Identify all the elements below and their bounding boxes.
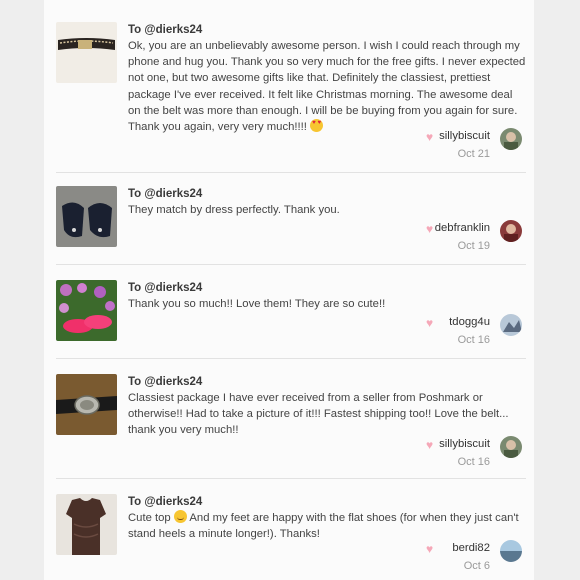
review-signature: ♥ sillybiscuit Oct 16 (302, 436, 522, 476)
review-date: Oct 16 (457, 456, 490, 468)
review-recipient[interactable]: To @dierks24 (128, 282, 202, 294)
review-message: They match by dress perfectly. Thank you… (128, 202, 528, 218)
smirking-face-icon (173, 510, 187, 523)
brown-top-photo-thumbnail[interactable] (56, 494, 117, 555)
black-heels-photo-thumbnail[interactable] (56, 186, 117, 247)
buckle-belt-photo-thumbnail[interactable] (56, 374, 117, 435)
review-recipient[interactable]: To @dierks24 (128, 24, 202, 36)
review-message-text: Cute top (128, 512, 174, 524)
pink-shoes-photo-thumbnail[interactable] (56, 280, 117, 341)
review-signature: ♥ sillybiscuit Oct 21 (302, 128, 522, 168)
review-signature: ♥ tdogg4u Oct 16 (302, 314, 522, 354)
reviewer-avatar[interactable] (500, 314, 522, 336)
review-message-text: Classiest package I have ever received f… (128, 392, 509, 437)
review-message-text: They match by dress perfectly. Thank you… (128, 204, 340, 216)
reviewer-username[interactable]: sillybiscuit (439, 130, 490, 142)
review-recipient[interactable]: To @dierks24 (128, 188, 202, 200)
review-date: Oct 6 (463, 560, 490, 572)
review-message-text: Ok, you are an unbelievably awesome pers… (128, 40, 526, 134)
review-date: Oct 19 (457, 240, 490, 252)
review-message: Thank you so much!! Love them! They are … (128, 296, 528, 312)
review-recipient[interactable]: To @dierks24 (128, 496, 202, 508)
review-date: Oct 16 (457, 334, 490, 346)
heart-icon[interactable]: ♥ (426, 131, 438, 143)
reviewer-username[interactable]: berdi82 (452, 542, 490, 554)
reviewer-avatar[interactable] (500, 540, 522, 562)
belt-photo-thumbnail[interactable] (56, 22, 117, 83)
divider (56, 264, 526, 265)
reviewer-avatar[interactable] (500, 128, 522, 150)
review-recipient[interactable]: To @dierks24 (128, 376, 202, 388)
love-notes-panel: To @dierks24 Ok, you are an unbelievably… (44, 0, 534, 580)
reviewer-avatar[interactable] (500, 436, 522, 458)
reviewer-username[interactable]: tdogg4u (449, 316, 490, 328)
review-date: Oct 21 (457, 148, 490, 160)
review-signature: ♥ berdi82 Oct 6 (302, 540, 522, 580)
heart-icon[interactable]: ♥ (426, 317, 438, 329)
reviewer-avatar[interactable] (500, 220, 522, 242)
review-message: Ok, you are an unbelievably awesome pers… (128, 38, 528, 135)
heart-icon[interactable]: ♥ (426, 543, 438, 555)
reviewer-username[interactable]: debfranklin (435, 222, 490, 234)
divider (56, 358, 526, 359)
divider (56, 478, 526, 479)
review-message: Classiest package I have ever received f… (128, 390, 528, 439)
review-signature: ♥ debfranklin Oct 19 (302, 220, 522, 260)
review-message-text: Thank you so much!! Love them! They are … (128, 298, 386, 310)
review-message: Cute top And my feet are happy with the … (128, 510, 528, 542)
heart-icon[interactable]: ♥ (426, 439, 438, 451)
reviewer-username[interactable]: sillybiscuit (439, 438, 490, 450)
divider (56, 172, 526, 173)
